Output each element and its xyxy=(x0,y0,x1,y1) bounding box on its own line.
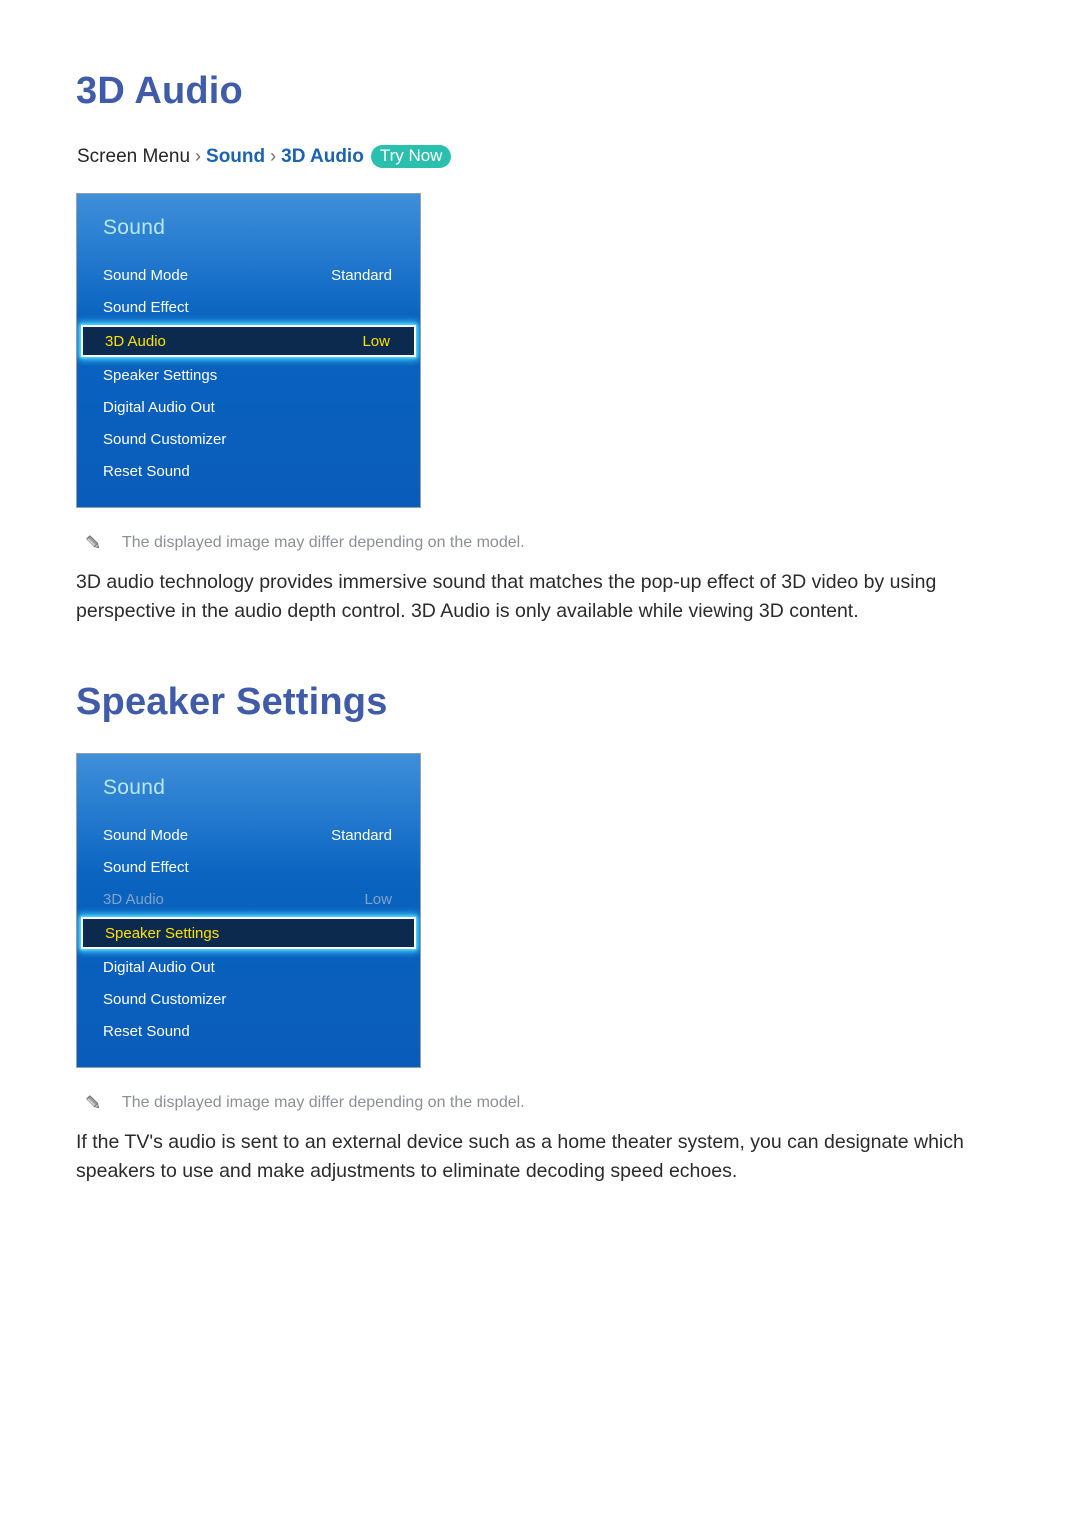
breadcrumb-separator-1: › xyxy=(195,146,202,166)
tv-sound-menu-panel-1: Sound Sound Mode Standard Sound Effect 3… xyxy=(76,193,421,508)
body-paragraph-3d-audio: 3D audio technology provides immersive s… xyxy=(76,571,937,622)
breadcrumb-separator-2: › xyxy=(270,146,277,166)
tv-menu-item-label: Digital Audio Out xyxy=(103,398,215,416)
tv-menu-item-label: Reset Sound xyxy=(103,462,190,480)
tv-menu-item-label: Speaker Settings xyxy=(103,366,218,384)
page-title-speaker-settings: Speaker Settings xyxy=(76,681,388,723)
tv-menu-item-label: Sound Customizer xyxy=(103,430,227,448)
tv-menu-item-label: Digital Audio Out xyxy=(103,958,215,976)
tv-menu-item-sound-mode[interactable]: Sound Mode Standard xyxy=(77,259,420,291)
breadcrumb-link-3d-audio[interactable]: 3D Audio xyxy=(281,146,364,167)
tv-sound-menu-panel-2: Sound Sound Mode Standard Sound Effect 3… xyxy=(76,753,421,1068)
body-paragraph-speaker-settings: If the TV's audio is sent to an external… xyxy=(76,1131,964,1182)
tv-menu-item-reset-sound[interactable]: Reset Sound xyxy=(77,1015,420,1047)
tv-menu-item-sound-effect[interactable]: Sound Effect xyxy=(77,291,420,323)
page-title-3d-audio: 3D Audio xyxy=(76,70,243,112)
pencil-icon xyxy=(84,1093,104,1113)
tv-menu-item-sound-effect[interactable]: Sound Effect xyxy=(77,851,420,883)
try-now-badge[interactable]: Try Now xyxy=(370,145,452,168)
tv-menu-item-reset-sound[interactable]: Reset Sound xyxy=(77,455,420,487)
breadcrumb-link-sound[interactable]: Sound xyxy=(206,146,265,167)
note-text: The displayed image may differ depending… xyxy=(122,534,525,551)
tv-menu-item-label: Sound Effect xyxy=(103,298,189,316)
tv-menu-item-sound-customizer[interactable]: Sound Customizer xyxy=(77,423,420,455)
tv-menu-title: Sound xyxy=(103,776,166,799)
note-model-disclaimer-1: The displayed image may differ depending… xyxy=(84,532,525,554)
tv-menu-title: Sound xyxy=(103,216,166,239)
tv-menu-item-value: Low xyxy=(364,890,392,908)
tv-menu-item-speaker-settings-selected[interactable]: Speaker Settings xyxy=(81,917,416,949)
tv-menu-row-list: Sound Mode Standard Sound Effect 3D Audi… xyxy=(77,819,420,1047)
breadcrumb: Screen Menu › Sound › 3D Audio Try Now xyxy=(77,143,452,170)
tv-menu-item-3d-audio-selected[interactable]: 3D Audio Low xyxy=(81,325,416,357)
tv-menu-item-label: Reset Sound xyxy=(103,1022,190,1040)
tv-menu-item-value: Low xyxy=(362,332,390,350)
tv-menu-item-value: Standard xyxy=(331,826,392,844)
tv-menu-item-label: Sound Mode xyxy=(103,826,189,844)
tv-menu-item-label: Sound Customizer xyxy=(103,990,227,1008)
document-page: 3D Audio Screen Menu › Sound › 3D Audio Try N… xyxy=(0,0,1080,1527)
note-model-disclaimer-2: The displayed image may differ depending… xyxy=(84,1092,525,1114)
tv-menu-item-digital-audio-out[interactable]: Digital Audio Out xyxy=(77,951,420,983)
note-text: The displayed image may differ depending… xyxy=(122,1094,525,1111)
tv-menu-item-speaker-settings[interactable]: Speaker Settings xyxy=(77,359,420,391)
tv-menu-item-label: Sound Effect xyxy=(103,858,189,876)
tv-menu-row-list: Sound Mode Standard Sound Effect 3D Audi… xyxy=(77,259,420,487)
tv-menu-item-sound-customizer[interactable]: Sound Customizer xyxy=(77,983,420,1015)
pencil-icon xyxy=(84,533,104,553)
tv-menu-item-label: Sound Mode xyxy=(103,266,189,284)
tv-menu-item-digital-audio-out[interactable]: Digital Audio Out xyxy=(77,391,420,423)
tv-menu-item-3d-audio-disabled: 3D Audio Low xyxy=(77,883,420,915)
tv-menu-item-value: Standard xyxy=(331,266,392,284)
tv-menu-item-sound-mode[interactable]: Sound Mode Standard xyxy=(77,819,420,851)
tv-menu-item-label: Speaker Settings xyxy=(105,924,220,942)
breadcrumb-root: Screen Menu xyxy=(77,146,191,167)
tv-menu-item-label: 3D Audio xyxy=(103,890,164,908)
tv-menu-item-label: 3D Audio xyxy=(105,332,166,350)
